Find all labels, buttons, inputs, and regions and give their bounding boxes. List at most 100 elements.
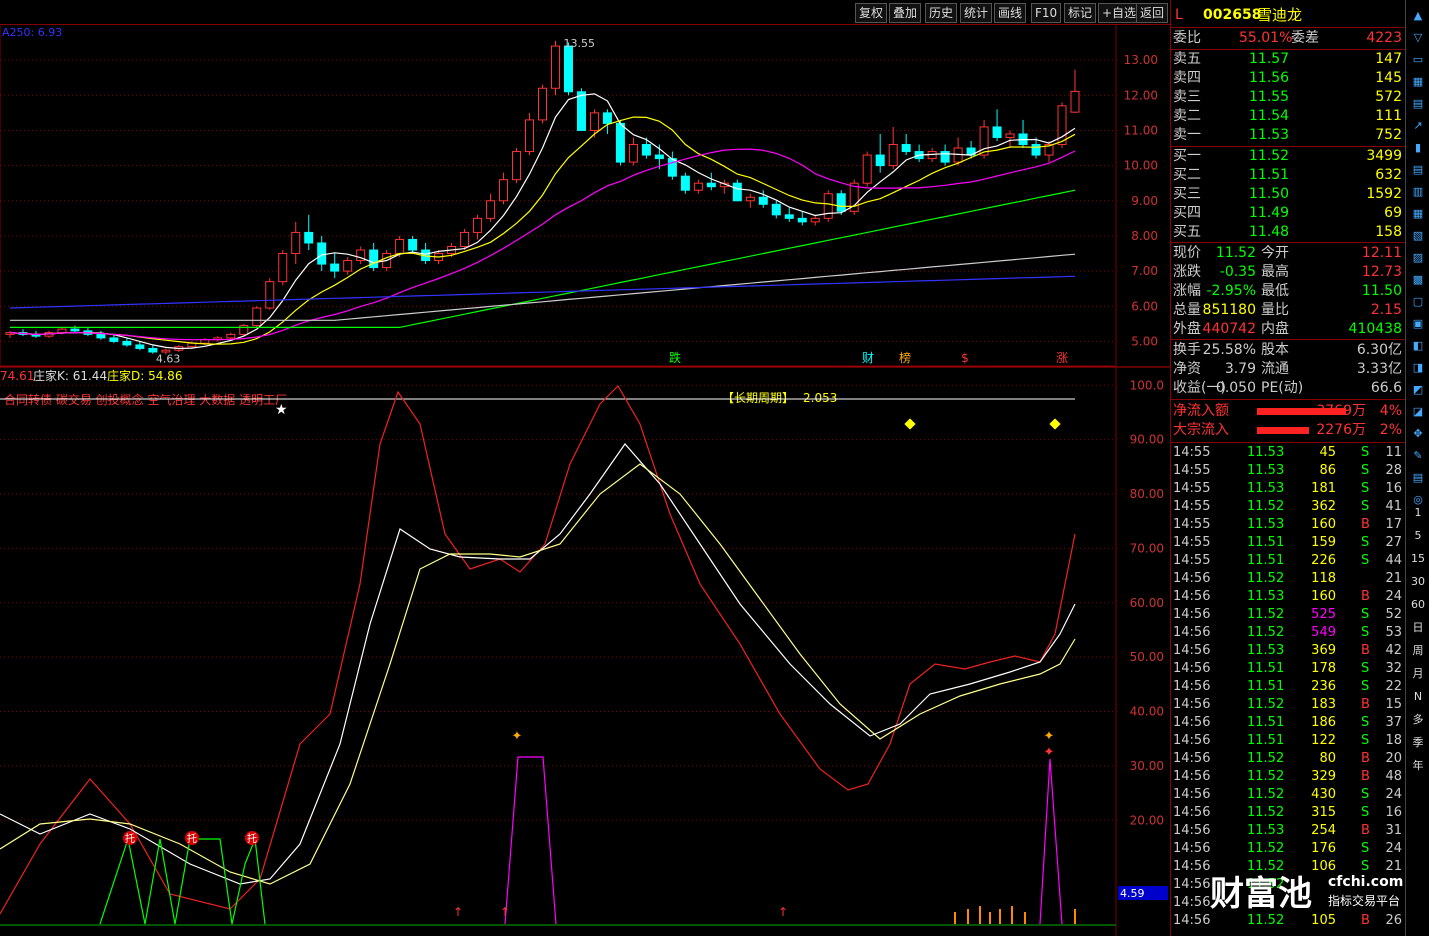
side-toolbar: ▲ ▽ ▭ ▦ ▤ ↗ ▮ ▤ ▥ ▦ ▧ ▨ ▩ ▢ ▣ ◧ ◨ ◩ ◪ ✥ ✎ ▤ ◎ 1 5 15 30 60 日周月 N 多季年	[1405, 0, 1429, 936]
bid-row: 买五 11.48 158	[1171, 223, 1406, 242]
period-button[interactable]: 5	[1408, 526, 1428, 546]
tick-cell-3: B	[1361, 643, 1370, 658]
tick-cell-0: 14:56	[1173, 571, 1211, 586]
ask-volume: 752	[1375, 127, 1402, 143]
flow-pct: 2%	[1379, 422, 1402, 438]
price-tick-label: 5.00	[1131, 334, 1158, 348]
price-tick-label: 9.00	[1131, 194, 1158, 208]
period-button[interactable]: 季	[1408, 733, 1428, 753]
candle-body	[641, 144, 651, 156]
tick-cell-3: S	[1361, 661, 1370, 676]
tool-icon[interactable]: ✎	[1408, 446, 1428, 466]
tick-cell-0: 14:55	[1173, 535, 1211, 550]
main-chart-area[interactable]: 13.00 12.00 11.00 10.00 9.00 8.00 7.00 6.00 5.00…	[0, 24, 1170, 936]
period-button[interactable]: N	[1408, 687, 1428, 707]
stat2-value: 0.050	[1215, 380, 1256, 396]
tick-cell-2: 118	[1311, 571, 1336, 586]
tick-row: 14:56 11.53 369 B 42	[1171, 642, 1406, 660]
tuo-marker-1: 托	[125, 832, 135, 845]
period-button[interactable]: 30	[1408, 572, 1428, 592]
tick-cell-2: 315	[1311, 805, 1336, 820]
toolbar-button-8[interactable]: 返回	[1136, 3, 1169, 23]
toolbar-button-0[interactable]: 复权	[855, 3, 888, 23]
candle-body	[265, 281, 275, 309]
tick-cell-1: 11.52	[1247, 571, 1285, 586]
tool-icon[interactable]: ▽	[1408, 28, 1428, 48]
toolbar-button-5[interactable]: F10	[1031, 3, 1062, 23]
tool-icon[interactable]: ▦	[1408, 204, 1428, 224]
bid-label: 买五	[1173, 224, 1201, 240]
tool-icon[interactable]: ▢	[1408, 292, 1428, 312]
candle-body	[460, 231, 470, 247]
tool-icon[interactable]: ▤	[1408, 468, 1428, 488]
tool-icon[interactable]: ▩	[1408, 270, 1428, 290]
period-button[interactable]: 15	[1408, 549, 1428, 569]
tool-icon[interactable]: ▮	[1408, 138, 1428, 158]
tool-icon[interactable]: ▨	[1408, 248, 1428, 268]
stat2-row: 收益(一) 0.050 PE(动) 66.6	[1171, 379, 1406, 398]
tool-icon[interactable]: ↗	[1408, 116, 1428, 136]
stat-value-2: 11.50	[1361, 283, 1402, 299]
tool-icon[interactable]: ▭	[1408, 50, 1428, 70]
period-button[interactable]: 月	[1408, 664, 1428, 684]
period-button[interactable]: 多	[1408, 710, 1428, 730]
tick-cell-1: 11.53	[1247, 517, 1285, 532]
quote-separator	[1171, 27, 1406, 28]
period-button[interactable]: 1	[1408, 503, 1428, 523]
candle-body	[589, 112, 599, 131]
tick-cell-0: 14:56	[1173, 715, 1211, 730]
candle-body	[836, 193, 846, 212]
tool-icon[interactable]: ◧	[1408, 336, 1428, 356]
tick-cell-0: 14:55	[1173, 481, 1211, 496]
toolbar-button-3[interactable]: 统计	[960, 3, 993, 23]
tick-cell-3: S	[1361, 535, 1370, 550]
tick-row: 14:55 11.51 226 S 44	[1171, 552, 1406, 570]
flow-bar	[1257, 427, 1309, 434]
candle-body	[122, 340, 132, 346]
ask-volume: 147	[1375, 51, 1402, 67]
tick-cell-0: 14:56	[1173, 823, 1211, 838]
tool-icon[interactable]: ◩	[1408, 380, 1428, 400]
toolbar-button-7[interactable]: +自选	[1098, 3, 1141, 23]
tool-icon[interactable]: ▧	[1408, 226, 1428, 246]
tool-icon[interactable]: ▥	[1408, 182, 1428, 202]
tool-icon[interactable]: ▤	[1408, 160, 1428, 180]
toolbar-button-6[interactable]: 标记	[1064, 3, 1097, 23]
tick-cell-4: 48	[1385, 769, 1402, 784]
tick-row: 14:56 11.53 254 B 31	[1171, 822, 1406, 840]
tick-cell-1: 11.51	[1247, 733, 1285, 748]
tick-cell-4: 16	[1385, 481, 1402, 496]
stat-value: 440742	[1202, 321, 1256, 337]
candle-body	[979, 126, 989, 156]
toolbar-button-2[interactable]: 历史	[925, 3, 958, 23]
ask-label: 卖四	[1173, 70, 1201, 86]
low-price-label: 4.63	[156, 352, 181, 365]
tool-icon[interactable]: ▣	[1408, 314, 1428, 334]
ask-volume: 145	[1375, 70, 1402, 86]
period-button[interactable]: 年	[1408, 756, 1428, 776]
tick-cell-0: 14:56	[1173, 733, 1211, 748]
tick-row: 14:56 11.52 176 S 24	[1171, 840, 1406, 858]
toolbar-button-4[interactable]: 画线	[994, 3, 1027, 23]
period-button[interactable]: 60	[1408, 595, 1428, 615]
period-button[interactable]: 日	[1408, 618, 1428, 638]
tool-icon[interactable]: ◨	[1408, 358, 1428, 378]
ask-row: 卖三 11.55 572	[1171, 88, 1406, 107]
tool-icon[interactable]: ▤	[1408, 94, 1428, 114]
candle-body	[135, 344, 145, 349]
tick-cell-1: 11.53	[1247, 589, 1285, 604]
candle-body	[512, 151, 522, 181]
stat2-label: 净资	[1173, 361, 1201, 377]
candle-body	[538, 87, 547, 121]
stat-label: 涨跌	[1173, 264, 1201, 280]
tool-icon[interactable]: ◪	[1408, 402, 1428, 422]
tool-icon[interactable]: ▲	[1408, 6, 1428, 26]
ask-price: 11.55	[1249, 89, 1290, 105]
tool-icon[interactable]: ▦	[1408, 72, 1428, 92]
tick-cell-1: 11.52	[1247, 697, 1285, 712]
tick-cell-1: 11.52	[1247, 841, 1285, 856]
tick-cell-4: 17	[1385, 517, 1402, 532]
period-button[interactable]: 周	[1408, 641, 1428, 661]
tool-icon[interactable]: ✥	[1408, 424, 1428, 444]
toolbar-button-1[interactable]: 叠加	[889, 3, 922, 23]
